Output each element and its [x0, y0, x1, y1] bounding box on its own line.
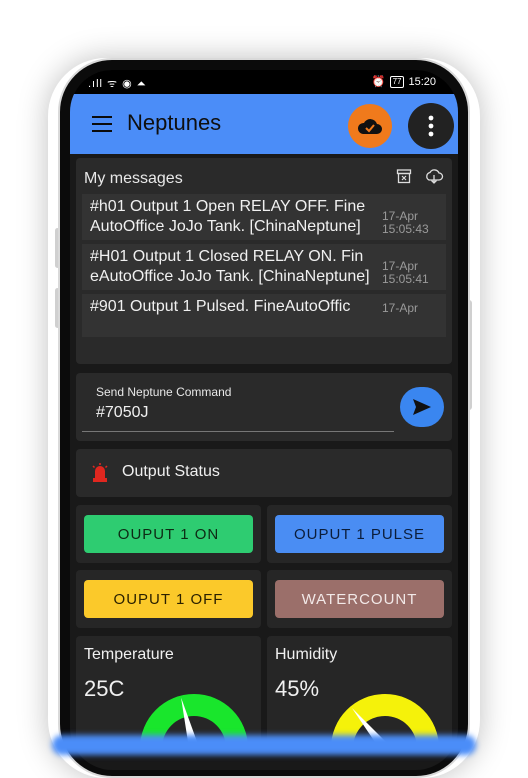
button-cell: OUPUT 1 ON	[76, 505, 261, 563]
message-item[interactable]: #H01 Output 1 Closed RELAY ON. FineAutoO…	[82, 244, 446, 290]
temperature-value: 25C	[84, 676, 125, 701]
app-screen: .ıll ᯤ ◉ ⏶ ⏰ 77 15:20 Neptunes My messag…	[70, 70, 458, 770]
messages-title: My messages	[84, 170, 183, 187]
send-command-button[interactable]	[400, 387, 444, 427]
app-bar: Neptunes	[70, 94, 458, 154]
watercount-button[interactable]: WATERCOUNT	[275, 580, 444, 618]
send-icon	[413, 399, 431, 415]
command-input-underline	[82, 431, 394, 432]
output-1-on-button[interactable]: OUPUT 1 ON	[84, 515, 253, 553]
messages-card: My messages #h01 Output 1 Open RELAY OFF…	[76, 158, 452, 364]
cloud-download-icon[interactable]	[424, 168, 444, 184]
temperature-title: Temperature	[84, 646, 174, 663]
button-cell: OUPUT 1 OFF	[76, 570, 261, 628]
app-title: Neptunes	[127, 110, 222, 135]
humidity-title: Humidity	[275, 646, 338, 663]
message-text: #H01 Output 1 Closed RELAY ON. FineAutoO…	[90, 248, 370, 285]
status-time: 15:20	[408, 75, 436, 88]
button-cell: OUPUT 1 PULSE	[267, 505, 452, 563]
status-right: ⏰ 77 15:20	[372, 75, 436, 88]
command-label: Send Neptune Command	[96, 385, 232, 399]
message-item[interactable]: #901 Output 1 Pulsed. FineAutoOffic 17-A…	[82, 294, 446, 337]
cloud-sync-button[interactable]	[348, 104, 392, 148]
output-status-label: Output Status	[122, 463, 220, 480]
command-input[interactable]: #7050J	[96, 404, 149, 422]
status-bar: .ıll ᯤ ◉ ⏶ ⏰ 77 15:20	[70, 70, 458, 94]
message-timestamp: 17-Apr 15:05:43	[382, 209, 429, 236]
menu-icon[interactable]	[92, 116, 112, 132]
more-options-button[interactable]	[408, 103, 454, 149]
more-vert-icon	[428, 115, 434, 137]
message-list[interactable]: #h01 Output 1 Open RELAY OFF. FineAutoOf…	[82, 194, 446, 364]
message-text: #901 Output 1 Pulsed. FineAutoOffic	[90, 298, 351, 315]
message-tools	[396, 168, 444, 184]
message-timestamp: 17-Apr 15:05:41	[382, 259, 429, 286]
siren-icon	[92, 463, 108, 482]
temperature-card: Temperature 25C	[76, 636, 261, 746]
alarm-icon: ⏰	[371, 76, 386, 88]
message-item[interactable]: #h01 Output 1 Open RELAY OFF. FineAutoOf…	[82, 194, 446, 240]
bottom-glow	[52, 735, 476, 755]
phone-frame: .ıll ᯤ ◉ ⏶ ⏰ 77 15:20 Neptunes My messag…	[58, 58, 470, 778]
message-timestamp: 17-Apr	[382, 301, 419, 315]
output-1-pulse-button[interactable]: OUPUT 1 PULSE	[275, 515, 444, 553]
message-text: #h01 Output 1 Open RELAY OFF. FineAutoOf…	[90, 198, 366, 235]
humidity-card: Humidity 45%	[267, 636, 452, 746]
cloud-check-icon	[357, 119, 382, 134]
output-1-off-button[interactable]: OUPUT 1 OFF	[84, 580, 253, 618]
button-cell: WATERCOUNT	[267, 570, 452, 628]
output-status-card: Output Status	[76, 449, 452, 497]
archive-icon[interactable]	[396, 168, 412, 184]
battery-icon: 77	[389, 75, 405, 88]
humidity-value: 45%	[275, 676, 320, 701]
status-left-icons: .ıll ᯤ ◉ ⏶	[88, 78, 147, 90]
command-card: Send Neptune Command #7050J	[76, 373, 452, 441]
